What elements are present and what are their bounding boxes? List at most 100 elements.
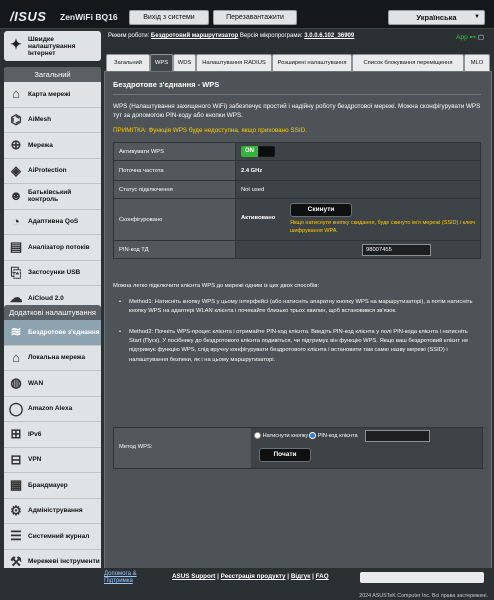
- page-title: Бездротове з'єднання - WPS: [113, 80, 220, 89]
- tab-advanced[interactable]: Розширені налаштування: [272, 54, 352, 71]
- parental-icon: ☻: [9, 188, 23, 203]
- mode-value-link[interactable]: Бездротовий маршрутизатор: [151, 33, 238, 39]
- wps-method-label-cell: Метод WPS:: [114, 428, 250, 468]
- sidebar-item-parental[interactable]: ☻ Батьківський контроль: [4, 184, 101, 210]
- usb-status-icon[interactable]: ⊷: [470, 34, 477, 41]
- sidebar: ✦ Швидке налаштування Інтернет Загальний…: [4, 31, 101, 574]
- sidebar-item-label: Мережа: [28, 141, 53, 149]
- vpn-icon: ⊟: [10, 451, 22, 467]
- network-status-icon[interactable]: ▢: [478, 34, 484, 41]
- alexa-icon: ◯: [8, 400, 24, 416]
- sidebar-item-usb[interactable]: ⎘ Застосунки USB: [4, 261, 101, 286]
- chevron-down-icon: ▼: [474, 14, 480, 20]
- ap-pin-value: 98007455: [362, 244, 431, 256]
- main-content: Режим роботи: Бездротовий маршрутизатор …: [104, 31, 492, 569]
- connection-status-value: Not used: [235, 180, 481, 199]
- map-icon: ⌂: [12, 86, 20, 101]
- sidebar-item-aimesh[interactable]: ⌬ AiMesh: [4, 108, 101, 133]
- tab-radius[interactable]: Налаштування RADIUS: [196, 54, 272, 71]
- sidebar-item-analyzer[interactable]: ▤ Аналізатор потоків: [4, 235, 101, 261]
- ap-pin-cell: 98007455: [235, 240, 481, 259]
- language-select[interactable]: Українська ▼: [388, 10, 485, 25]
- frequency-value: 2.4 GHz: [235, 160, 481, 181]
- lan-icon: ⌂: [12, 349, 20, 365]
- sidebar-item-syslog[interactable]: ☰ Системний журнал: [4, 524, 101, 550]
- bullet: •: [119, 299, 122, 305]
- footer: Допомога & Підтримка ASUS Support | Реєс…: [0, 568, 494, 600]
- reset-button[interactable]: Скинути: [290, 203, 352, 217]
- wps-method-value-cell: Натиснути кнопку PIN-код клієнта Почати: [251, 428, 482, 468]
- quick-setup-label: Швидке налаштування Інтернет: [28, 36, 76, 57]
- ipv6-icon: ⊞: [10, 426, 22, 441]
- general-group: Загальний ⌂ Карта мережі ⌬ AiMesh ⊕ Мережа …: [4, 67, 101, 311]
- copyright: 2024 ASUSTeK Computer Inc. Всі права зас…: [359, 593, 488, 599]
- footer-link-registration[interactable]: Реєстрація продукту: [221, 573, 286, 580]
- radio-unselected[interactable]: [254, 432, 261, 439]
- app-label[interactable]: App: [456, 34, 468, 41]
- sidebar-item-wireless[interactable]: ≋ Бездротове з'єднання: [4, 320, 101, 346]
- sidebar-item-firewall[interactable]: ▦ Брандмауер: [4, 473, 101, 499]
- qos-icon: ◔: [12, 213, 20, 229]
- sidebar-item-label: Брандмауер: [28, 481, 68, 489]
- sidebar-item-label: Карта мережі: [28, 90, 71, 98]
- client-pin-option[interactable]: PIN-код клієнта: [309, 432, 358, 439]
- wps-method-label: Метод WPS:: [119, 444, 153, 450]
- model-name: ZenWiFi BQ16: [60, 12, 118, 22]
- reboot-button[interactable]: Перезавантажити: [213, 10, 297, 25]
- tab-wds[interactable]: WDS: [173, 54, 196, 71]
- configured-label: Сконфігуровано: [113, 198, 236, 241]
- footer-link-faq[interactable]: FAQ: [316, 573, 329, 580]
- help-support-link[interactable]: Допомога & Підтримка: [104, 571, 164, 585]
- shield-icon: ◈: [11, 162, 21, 178]
- sidebar-item-label: Системний журнал: [28, 532, 90, 540]
- start-button[interactable]: Почати: [259, 448, 311, 462]
- sidebar-item-label: AiMesh: [28, 116, 52, 123]
- configured-value: Активовано: [241, 215, 276, 221]
- connection-status-label: Статус підключення: [113, 180, 236, 199]
- footer-search-input[interactable]: [360, 572, 484, 583]
- usb-icon: ⎘: [10, 264, 22, 280]
- wireless-icon: ≋: [10, 324, 22, 339]
- logout-button[interactable]: Вихід з системи: [129, 10, 209, 25]
- log-icon: ☰: [10, 528, 22, 543]
- sidebar-item-wan[interactable]: ◍ WAN: [4, 371, 101, 397]
- methods-intro: Можна легко підключити клієнта WPS до ме…: [113, 283, 320, 289]
- fw-value-link[interactable]: 3.0.0.6.102_36909: [304, 33, 354, 39]
- asus-logo: /ISUS: [10, 9, 47, 24]
- sidebar-item-network[interactable]: ⊕ Мережа: [4, 133, 101, 159]
- sidebar-item-label: Адміністрування: [28, 507, 83, 514]
- toggle-on-label: ON: [241, 146, 258, 157]
- client-pin-option-label: PIN-код клієнта: [317, 432, 358, 439]
- toggle-knob: [259, 147, 274, 156]
- push-button-option[interactable]: Натиснути кнопку: [254, 432, 308, 439]
- sidebar-item-qos[interactable]: ◔ Адаптивна QoS: [4, 210, 101, 235]
- footer-link-support[interactable]: ASUS Support: [172, 573, 215, 580]
- sidebar-item-label: Адаптивна QoS: [28, 218, 79, 225]
- sidebar-item-admin[interactable]: ⚙ Адміністрування: [4, 499, 101, 524]
- sidebar-item-ipv6[interactable]: ⊞ IPv6: [4, 422, 101, 448]
- footer-link-feedback[interactable]: Відгук: [291, 573, 311, 580]
- client-pin-input[interactable]: [365, 430, 430, 442]
- sidebar-item-alexa[interactable]: ◯ Amazon Alexa: [4, 397, 101, 422]
- sidebar-item-vpn[interactable]: ⊟ VPN: [4, 448, 101, 473]
- radio-selected[interactable]: [309, 432, 316, 439]
- status-icons: App ⊷ ▢: [456, 33, 484, 41]
- enable-wps-toggle[interactable]: ON: [241, 146, 275, 157]
- sidebar-item-lan[interactable]: ⌂ Локальна мережа: [4, 346, 101, 371]
- sidebar-item-label: VPN: [28, 456, 42, 463]
- sidebar-item-label: Батьківський контроль: [28, 189, 72, 203]
- configured-cell: Активовано Скинути Якщо натиснути кнопку…: [235, 198, 481, 241]
- wps-method-row: Метод WPS: Натиснути кнопку PIN-код кліє…: [113, 427, 483, 469]
- frequency-label: Поточна частота: [113, 160, 236, 181]
- sidebar-item-label: Бездротове з'єднання: [28, 328, 100, 336]
- cloud-icon: ☁: [9, 290, 23, 305]
- tab-general[interactable]: Загальний: [106, 54, 150, 71]
- tab-mlo[interactable]: MLO: [464, 54, 490, 71]
- sidebar-item-aiprotection[interactable]: ◈ AiProtection: [4, 159, 101, 184]
- sidebar-item-network-map[interactable]: ⌂ Карта мережі: [4, 82, 101, 108]
- quick-setup-button[interactable]: ✦ Швидке налаштування Інтернет: [4, 31, 101, 61]
- general-header: Загальний: [4, 67, 101, 82]
- tab-wps[interactable]: WPS: [150, 54, 173, 71]
- bullet: •: [119, 329, 122, 335]
- tab-roaming-block[interactable]: Список блокування переміщення: [352, 54, 464, 71]
